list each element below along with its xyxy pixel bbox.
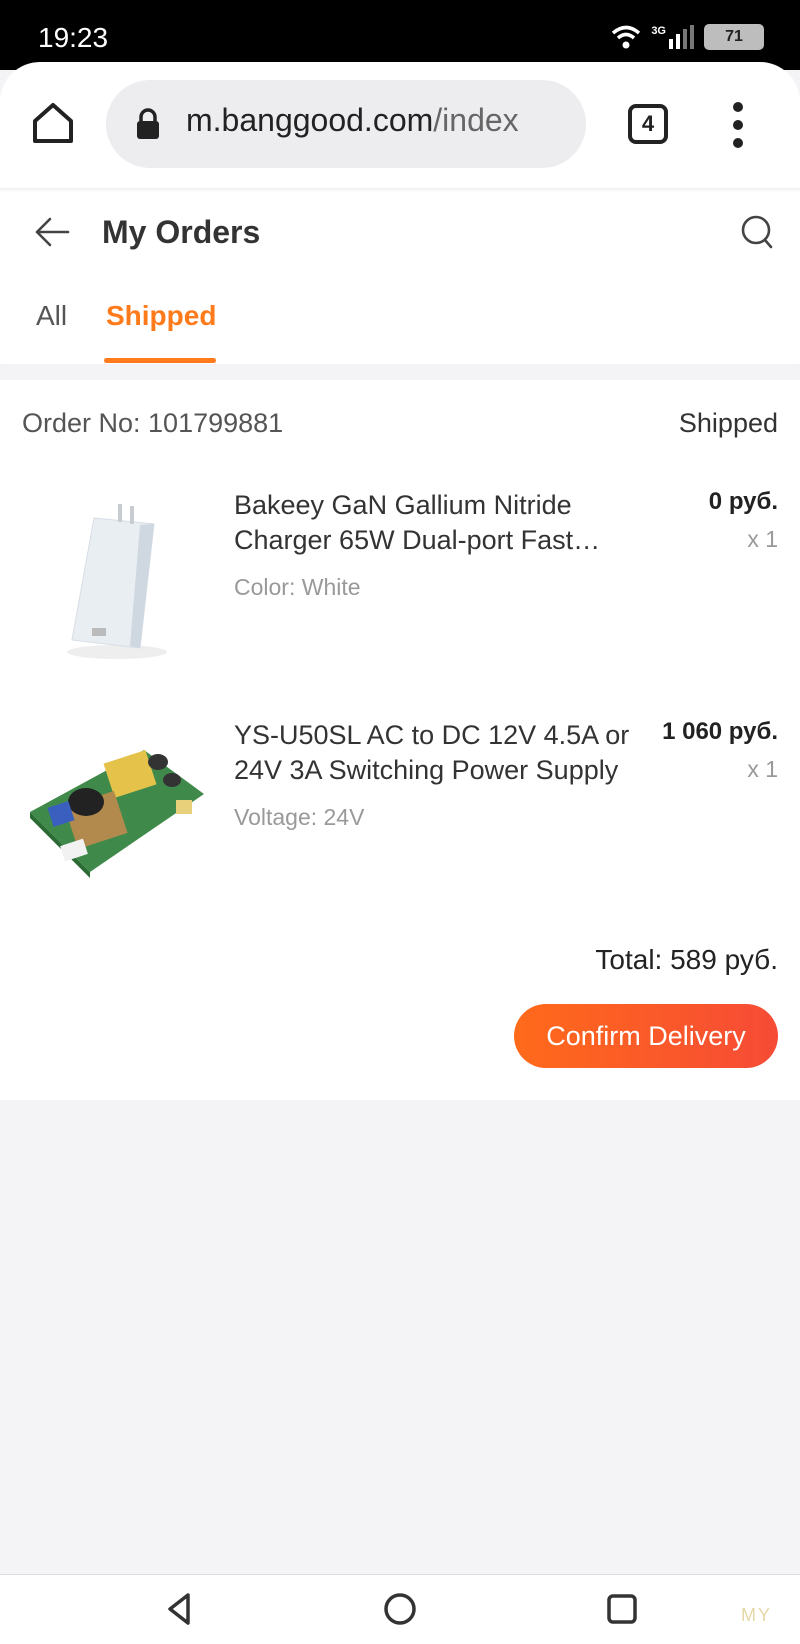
product-name: Bakeey GaN Gallium Nitride Charger 65W D… (234, 490, 574, 555)
browser-toolbar: m.banggood.com/index 4 (0, 62, 800, 188)
product-quantity: x 1 (747, 756, 778, 782)
tab-switcher-button[interactable]: 4 (628, 104, 668, 144)
product-variant: Voltage: 24V (234, 804, 365, 830)
nav-home-icon[interactable] (380, 1589, 420, 1629)
active-tab-indicator (104, 358, 216, 363)
wifi-icon (612, 25, 641, 49)
address-bar[interactable]: m.banggood.com/index (106, 80, 586, 168)
watermark: MY (741, 1605, 772, 1625)
product-price: 0 руб. (708, 488, 778, 515)
product-quantity: x 1 (747, 526, 778, 552)
browser-menu-button[interactable] (728, 102, 748, 148)
status-icons: 3G 71 (611, 24, 764, 50)
order-status: Shipped (678, 408, 778, 438)
nav-recents-icon[interactable] (602, 1589, 642, 1629)
back-arrow-icon[interactable] (32, 212, 72, 252)
page-header: My Orders All Shipped (0, 188, 800, 364)
status-bar: 19:23 3G 71 (0, 0, 800, 70)
signal-icon (669, 25, 694, 49)
product-price: 1 060 руб. (662, 718, 778, 745)
search-icon[interactable] (740, 214, 774, 250)
order-item[interactable]: Bakeey GaN Gallium Nitride Charger 65W D… (0, 480, 800, 690)
product-name: YS-U50SL AC to DC 12V 4.5A or 24V 3A Swi… (234, 720, 630, 785)
menu-dot (733, 120, 743, 130)
menu-dot (733, 102, 743, 112)
order-card: Order No: 101799881 Shipped Bakeey GaN G… (0, 380, 800, 1100)
product-image-charger (22, 480, 212, 670)
home-icon[interactable] (30, 100, 76, 146)
tab-shipped[interactable]: Shipped (106, 300, 216, 332)
product-variant: Color: White (234, 574, 361, 600)
menu-dot (733, 138, 743, 148)
network-type: 3G (651, 25, 666, 37)
system-nav-bar: MY (0, 1574, 800, 1644)
order-item[interactable]: YS-U50SL AC to DC 12V 4.5A or 24V 3A Swi… (0, 710, 800, 920)
status-time: 19:23 (38, 22, 109, 53)
nav-back-icon[interactable] (160, 1589, 200, 1629)
lock-icon (137, 108, 159, 139)
url-domain: m.banggood.com (186, 102, 434, 138)
url-text: m.banggood.com/index (186, 102, 519, 139)
url-path: /index (433, 102, 519, 138)
order-total: Total: 589 руб. (595, 944, 778, 975)
confirm-delivery-button[interactable]: Confirm Delivery (514, 1004, 778, 1068)
battery-indicator: 71 (704, 24, 764, 50)
order-number: Order No: 101799881 (22, 408, 284, 438)
tab-all[interactable]: All (36, 300, 67, 332)
product-image-power-supply (22, 710, 212, 900)
page-title: My Orders (102, 214, 261, 250)
